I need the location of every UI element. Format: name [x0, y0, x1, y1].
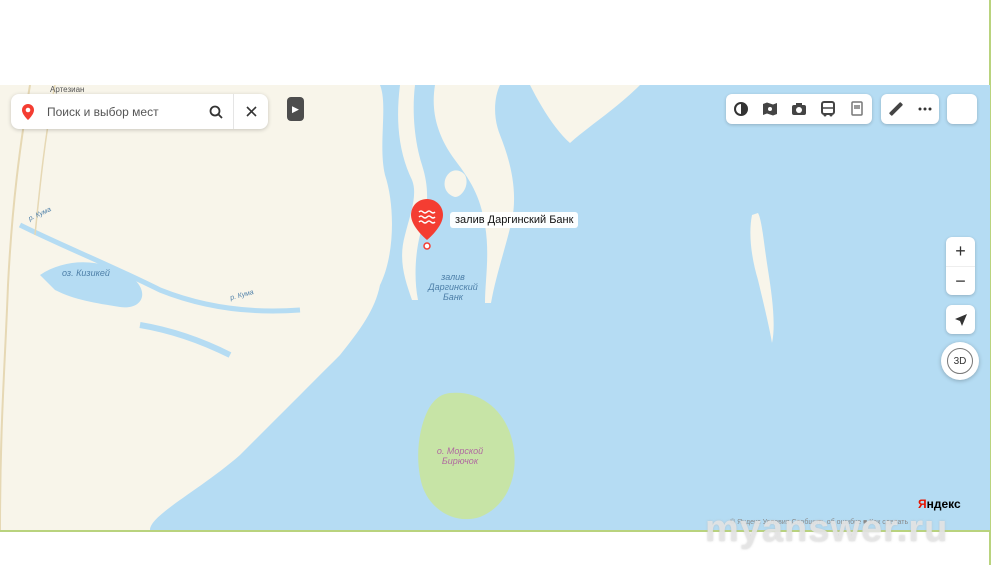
- map-tools-toolbar: [881, 94, 939, 124]
- search-input[interactable]: [45, 103, 199, 120]
- layers-icon[interactable]: [730, 98, 752, 120]
- island-label: о. Морской Бирючок: [436, 446, 484, 466]
- 3d-button[interactable]: 3D: [941, 342, 979, 380]
- panorama-icon[interactable]: [846, 98, 868, 120]
- triangle-right-icon: ▶: [292, 103, 299, 114]
- watermark: myanswer.ru: [705, 508, 949, 550]
- bay-label: залив Даргинский Банк: [428, 272, 478, 302]
- map-traffic-icon[interactable]: [759, 98, 781, 120]
- sea-area: [150, 85, 990, 530]
- zoom-out-button[interactable]: −: [946, 266, 975, 296]
- selected-place-label[interactable]: залив Даргинский Банк: [450, 212, 579, 228]
- location-arrow-icon: [954, 313, 967, 326]
- river-branch: [139, 322, 232, 358]
- sidebar-toggle-button[interactable]: ▶: [287, 97, 304, 121]
- bus-icon[interactable]: [817, 98, 839, 120]
- close-icon[interactable]: [233, 94, 268, 129]
- profile-button[interactable]: [947, 94, 977, 124]
- location-pin-icon: [11, 103, 45, 120]
- camera-icon[interactable]: [788, 98, 810, 120]
- ruler-icon[interactable]: [885, 98, 907, 120]
- zoom-control: + −: [946, 237, 975, 295]
- map-view[interactable]: Артезиан р. Кума р. Кума оз. Кизикей зал…: [0, 85, 990, 530]
- map-canvas[interactable]: [0, 85, 990, 530]
- 3d-label: 3D: [947, 348, 973, 374]
- town-label: Артезиан: [50, 85, 85, 94]
- lake-label: оз. Кизикей: [62, 268, 110, 278]
- my-location-button[interactable]: [946, 305, 975, 334]
- zoom-in-button[interactable]: +: [946, 237, 975, 266]
- search-box[interactable]: [11, 94, 268, 129]
- search-icon[interactable]: [199, 94, 233, 129]
- map-layers-toolbar: [726, 94, 872, 124]
- road: [0, 85, 31, 530]
- more-icon[interactable]: [914, 98, 936, 120]
